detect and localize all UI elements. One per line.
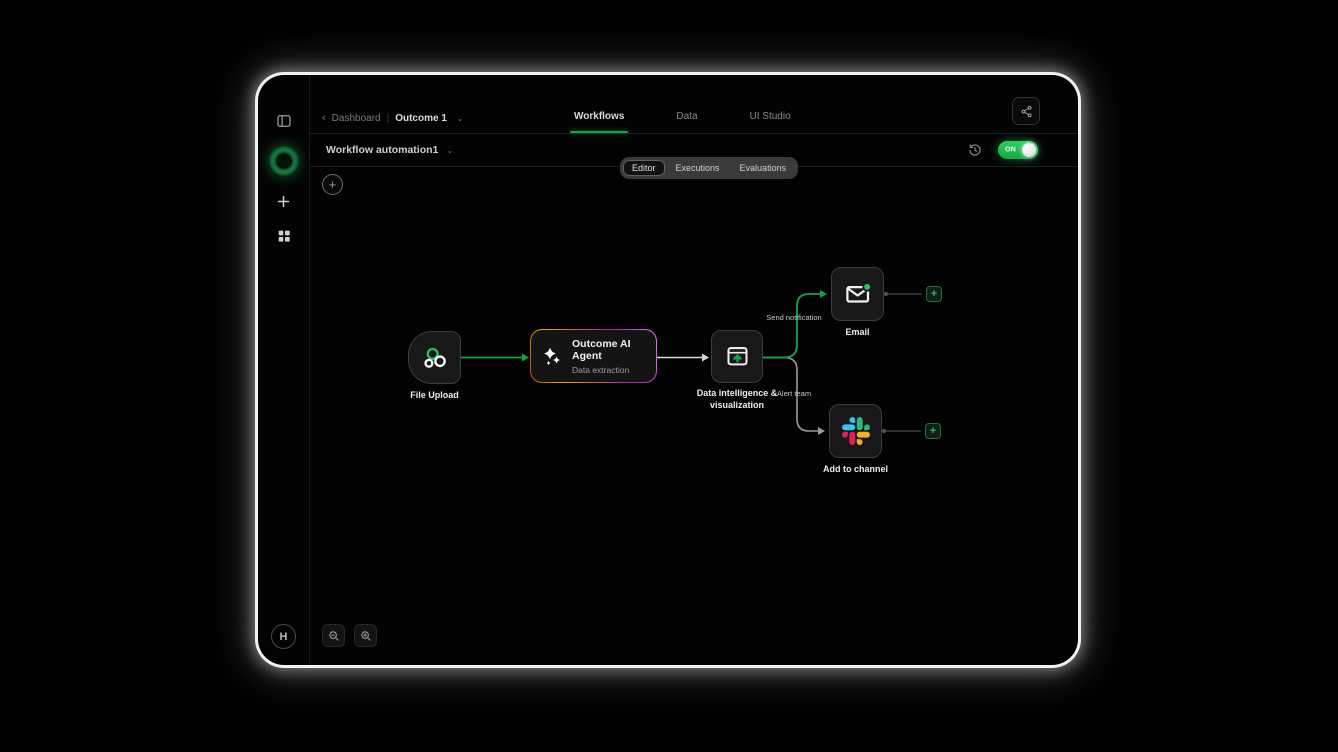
toggle-on-label: ON <box>1005 147 1016 154</box>
edge-label-alert-team: Alert team <box>762 389 826 400</box>
primary-nav: Workflows Data UI Studio <box>572 75 793 133</box>
node-email[interactable] <box>831 267 884 321</box>
chevron-down-icon[interactable]: ⌄ <box>457 114 464 123</box>
panel-left-icon <box>275 112 293 130</box>
toolbar-actions: ON <box>966 141 1038 159</box>
breadcrumb-parent[interactable]: Dashboard <box>332 113 381 124</box>
edge-data-to-email <box>763 294 821 358</box>
node-file-upload[interactable] <box>408 331 461 384</box>
main-area: ‹ Dashboard | Outcome 1 ⌄ Workflows Data… <box>310 75 1078 665</box>
tab-data[interactable]: Data <box>674 75 699 133</box>
share-nodes-icon <box>1019 104 1034 119</box>
app-window: H ‹ Dashboard | Outcome 1 ⌄ Workflows Da… <box>258 75 1078 665</box>
back-chevron-icon[interactable]: ‹ <box>322 112 326 124</box>
tab-ui-studio[interactable]: UI Studio <box>748 75 793 133</box>
plus-icon <box>276 194 291 209</box>
edge-arrowhead <box>820 290 827 298</box>
zoom-in-icon <box>359 629 373 643</box>
workflow-canvas[interactable]: + File Upload <box>310 167 1078 665</box>
edge-label-send-notification: Send notification <box>762 313 826 324</box>
workflow-title[interactable]: Workflow automation1 <box>326 144 438 156</box>
sidebar: H <box>258 75 310 665</box>
toggle-knob <box>1022 143 1036 157</box>
sidebar-toggle-button[interactable] <box>274 111 294 131</box>
breadcrumb-divider: | <box>387 113 390 124</box>
workflow-edges <box>310 167 1078 665</box>
apps-button[interactable] <box>274 226 294 246</box>
edge-arrowhead <box>818 427 825 435</box>
zoom-out-button[interactable] <box>322 624 345 647</box>
node-data-intelligence[interactable] <box>711 330 763 383</box>
history-icon <box>967 142 983 158</box>
sparkles-icon <box>541 343 563 370</box>
zoom-controls <box>322 624 377 647</box>
node-ai-agent[interactable]: Outcome AI Agent Data extraction <box>530 329 657 383</box>
add-button[interactable] <box>274 191 294 211</box>
user-avatar[interactable]: H <box>271 624 296 649</box>
node-label-slack: Add to channel <box>795 464 916 476</box>
node-label-email: Email <box>807 327 908 339</box>
edge-arrowhead <box>522 354 529 362</box>
page-background: H ‹ Dashboard | Outcome 1 ⌄ Workflows Da… <box>0 0 1338 752</box>
zoom-in-button[interactable] <box>354 624 377 647</box>
node-slack[interactable] <box>829 404 882 458</box>
history-button[interactable] <box>966 141 984 159</box>
breadcrumb: ‹ Dashboard | Outcome 1 ⌄ <box>322 112 464 124</box>
apps-grid-icon <box>276 228 292 244</box>
add-node-button[interactable]: + <box>322 174 343 195</box>
connector-dot <box>884 292 888 296</box>
brand-logo-icon[interactable] <box>269 146 299 176</box>
zoom-out-icon <box>327 629 341 643</box>
slack-icon <box>842 417 870 445</box>
view-tab-bar: Editor Executions Evaluations <box>620 157 798 179</box>
chevron-down-icon[interactable]: ⌄ <box>446 146 453 155</box>
breadcrumb-current: Outcome 1 <box>395 113 447 124</box>
tab-executions[interactable]: Executions <box>667 160 729 176</box>
edge-arrowhead <box>702 354 709 362</box>
ai-agent-subtitle: Data extraction <box>572 365 646 375</box>
window-upload-icon <box>724 343 751 370</box>
top-header: ‹ Dashboard | Outcome 1 ⌄ Workflows Data… <box>310 75 1078 134</box>
envelope-icon <box>843 279 873 309</box>
add-next-step-email-button[interactable]: + <box>926 286 942 302</box>
tab-evaluations[interactable]: Evaluations <box>731 160 796 176</box>
add-next-step-slack-button[interactable]: + <box>925 423 941 439</box>
node-label-file-upload: File Upload <box>384 390 485 402</box>
tab-editor[interactable]: Editor <box>623 160 665 176</box>
share-button[interactable] <box>1012 97 1040 125</box>
workflow-enabled-toggle[interactable]: ON <box>998 141 1038 159</box>
ai-agent-text: Outcome AI Agent Data extraction <box>572 338 646 375</box>
tab-workflows[interactable]: Workflows <box>572 75 626 133</box>
webhook-icon <box>421 344 449 372</box>
connector-dot <box>882 429 886 433</box>
ai-agent-title: Outcome AI Agent <box>572 338 646 362</box>
